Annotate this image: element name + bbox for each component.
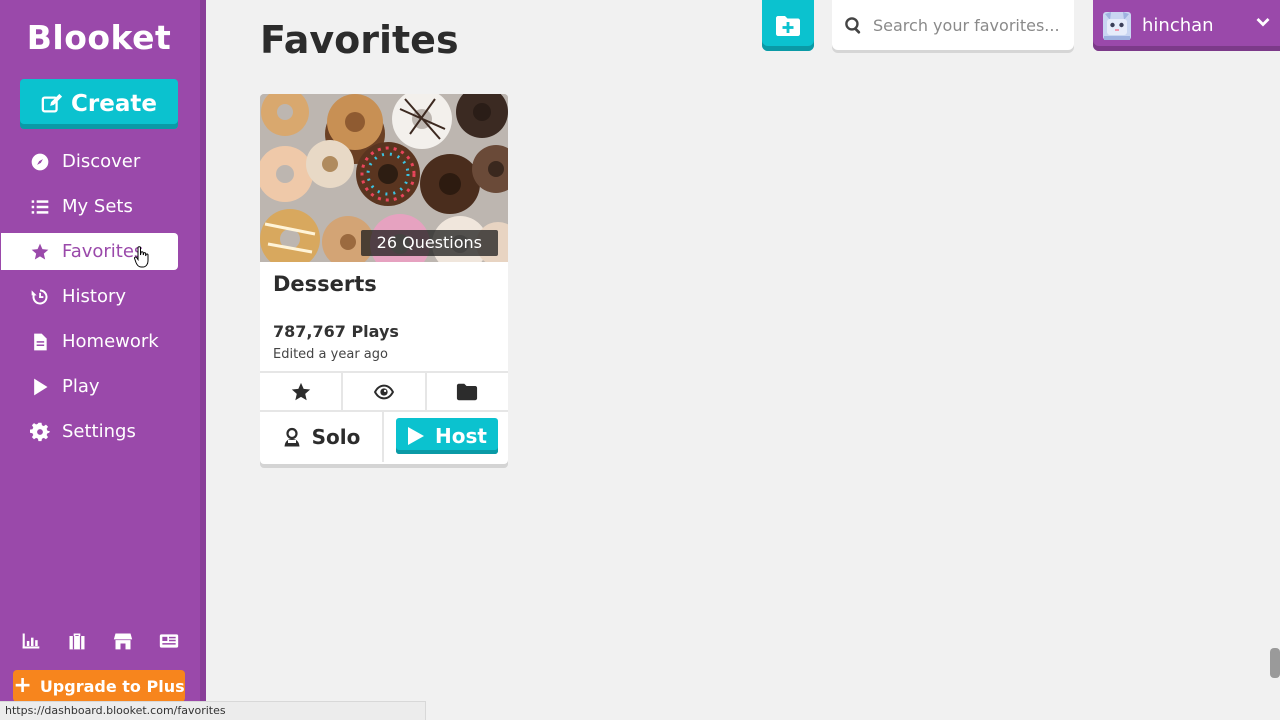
upgrade-button[interactable]: + Upgrade to Plus (13, 670, 185, 702)
sidebar: Blooket Create Discover My Sets Favorite… (0, 0, 206, 720)
compass-icon (29, 151, 51, 173)
sidebar-item-label: My Sets (62, 196, 133, 217)
sidebar-nav: Discover My Sets Favorites History Homew… (0, 143, 200, 458)
new-folder-button[interactable] (762, 0, 814, 51)
sidebar-item-label: Homework (62, 331, 159, 352)
set-plays: 787,767 Plays (273, 322, 399, 341)
favorite-button[interactable] (260, 373, 344, 410)
history-icon (29, 286, 51, 308)
sidebar-item-label: Play (62, 376, 100, 397)
sidebar-item-label: Settings (62, 421, 136, 442)
star-icon (291, 382, 310, 400)
solo-button-label: Solo (311, 425, 361, 449)
sidebar-item-label: Discover (62, 151, 141, 172)
document-icon (29, 331, 51, 353)
username: hinchan (1142, 15, 1214, 36)
folder-plus-icon (776, 15, 800, 36)
question-count-badge: 26 Questions (360, 230, 498, 256)
chevron-down-icon (1256, 18, 1270, 27)
sidebar-item-my-sets[interactable]: My Sets (1, 188, 178, 225)
sidebar-bottom-icons (20, 630, 180, 652)
gear-icon (29, 421, 51, 443)
sidebar-item-settings[interactable]: Settings (1, 413, 178, 450)
search-input[interactable] (873, 15, 1063, 35)
move-to-folder-button[interactable] (427, 373, 508, 410)
search-icon (845, 16, 861, 34)
news-icon[interactable] (158, 630, 180, 652)
card-actions (260, 371, 508, 412)
set-edited: Edited a year ago (273, 347, 388, 362)
upgrade-button-label: Upgrade to Plus (39, 676, 185, 696)
eye-icon (373, 384, 395, 399)
scrollbar-thumb[interactable] (1270, 648, 1280, 678)
sidebar-item-play[interactable]: Play (1, 368, 178, 405)
user-menu[interactable]: hinchan (1093, 0, 1280, 51)
set-title: Desserts (273, 272, 377, 296)
suitcase-icon[interactable] (66, 630, 88, 652)
store-icon[interactable] (112, 630, 134, 652)
star-icon (29, 241, 51, 263)
blooket-logo[interactable]: Blooket (0, 18, 198, 57)
solo-button[interactable]: Solo (260, 412, 384, 462)
play-icon (408, 427, 425, 445)
hand-cursor-icon (134, 246, 149, 268)
search-bar[interactable] (832, 0, 1074, 50)
avatar (1103, 11, 1131, 40)
sidebar-item-discover[interactable]: Discover (1, 143, 178, 180)
sidebar-item-label: History (62, 286, 127, 307)
status-bar-url: https://dashboard.blooket.com/favorites (0, 701, 426, 720)
sidebar-item-favorites[interactable]: Favorites (1, 233, 178, 270)
plus-icon: + (13, 673, 32, 698)
set-card[interactable]: 26 Questions Desserts 787,767 Plays Edit… (260, 94, 508, 464)
stats-icon[interactable] (20, 630, 42, 652)
set-cover-image: 26 Questions (260, 94, 508, 262)
folder-icon (457, 383, 478, 400)
sidebar-item-homework[interactable]: Homework (1, 323, 178, 360)
create-button[interactable]: Create (20, 79, 178, 129)
solo-user-icon (284, 427, 300, 447)
play-icon (29, 376, 51, 398)
page-title: Favorites (260, 18, 459, 62)
sidebar-item-label: Favorites (62, 241, 144, 262)
host-button[interactable]: Host (396, 418, 498, 454)
view-button[interactable] (343, 373, 427, 410)
card-play-row: Solo Host (260, 412, 508, 462)
host-button-label: Host (435, 424, 487, 448)
list-icon (29, 196, 51, 218)
sidebar-item-history[interactable]: History (1, 278, 178, 315)
create-button-label: Create (71, 91, 157, 117)
edit-icon (41, 93, 63, 113)
